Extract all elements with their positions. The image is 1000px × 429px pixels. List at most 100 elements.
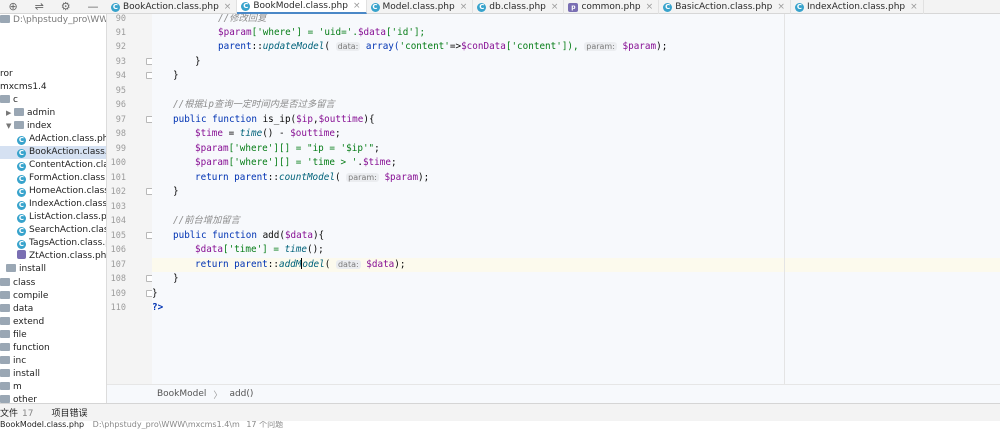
folder-icon [0, 317, 10, 325]
folder-icon [0, 395, 10, 403]
tree-file[interactable]: CHomeAction.class.php [0, 185, 106, 198]
line-number: 96 [115, 100, 126, 110]
settings-icon[interactable]: ⚙ [61, 0, 71, 14]
code-line-110: ?> [152, 302, 164, 313]
tab-indexaction[interactable]: C IndexAction.class.php × [791, 0, 924, 14]
tab-current-file-problems[interactable]: 文件 17 [0, 406, 43, 419]
class-file-icon: C [17, 227, 26, 236]
php-file-icon: p [568, 2, 579, 12]
tab-bookaction[interactable]: C BookAction.class.php × [107, 0, 238, 14]
folder-icon [14, 121, 24, 129]
folder-icon [0, 291, 10, 299]
tree-folder[interactable]: file [0, 329, 106, 342]
problem-file-row[interactable]: BookModel.class.php D:\phpstudy_pro\WWW\… [0, 421, 1000, 429]
problem-file-count: 17 个问题 [246, 421, 284, 429]
line-number: 105 [110, 231, 126, 241]
parameter-hint: param: [346, 173, 379, 182]
tree-file[interactable]: CContentAction.class.php [0, 159, 106, 172]
tree-folder[interactable]: data [0, 303, 106, 316]
close-icon[interactable]: × [551, 2, 559, 12]
code-line-104: //前台增加留言 [173, 215, 240, 226]
tree-file[interactable]: CTagsAction.class.php [0, 237, 106, 250]
tab-label: Model.class.php [382, 2, 455, 12]
tree-folder[interactable]: compile [0, 290, 106, 303]
tab-model[interactable]: C Model.class.php × [367, 0, 474, 14]
folder-icon [0, 95, 10, 103]
code-line-105: public function add($data){ [173, 230, 325, 241]
folder-icon [0, 369, 10, 377]
class-file-icon: C [663, 2, 673, 12]
close-icon[interactable]: × [460, 2, 468, 12]
globe-icon[interactable]: ⊕ [8, 0, 17, 14]
tree-folder[interactable]: m [0, 381, 106, 394]
close-icon[interactable]: × [646, 2, 654, 12]
problems-panel-tabs: 文件 17 项目错误 [0, 403, 1000, 421]
code-editor[interactable]: //修改回复 $param['where'] = 'uid='.$data['i… [152, 14, 1000, 384]
code-line-102: } [173, 186, 179, 197]
breadcrumb-class[interactable]: BookModel [157, 389, 206, 399]
tree-root[interactable]: D:\phpstudy_pro\WWW [0, 14, 107, 27]
tree-item[interactable]: ror [0, 68, 106, 81]
line-number: 95 [115, 86, 126, 96]
tab-bookmodel[interactable]: C BookModel.class.php × [237, 0, 367, 14]
tree-folder[interactable]: function [0, 342, 106, 355]
tree-file[interactable]: ZtAction.class.php [0, 250, 106, 263]
tree-folder[interactable]: ▶ admin [0, 107, 106, 120]
close-icon[interactable]: × [224, 2, 232, 12]
class-file-icon: C [17, 201, 26, 210]
line-number: 100 [110, 158, 126, 168]
line-number-gutter: 90 91 92 93 94 95 96 97 98 99 100 101 10… [107, 14, 153, 384]
tree-file-selected[interactable]: CBookAction.class.php [0, 146, 106, 159]
tree-folder[interactable]: other [0, 394, 106, 403]
tree-file[interactable]: CSearchAction.class.php [0, 224, 106, 237]
tree-folder[interactable]: class [0, 277, 106, 290]
tab-basicaction[interactable]: C BasicAction.class.php × [659, 0, 791, 14]
line-number: 97 [115, 115, 126, 125]
chevron-down-icon[interactable]: ▼ [6, 120, 14, 133]
tree-folder[interactable]: install [0, 263, 106, 276]
root-path: D:\phpstudy_pro\WWW [13, 15, 107, 25]
parameter-hint: data: [335, 260, 361, 269]
tree-folder[interactable]: inc [0, 355, 106, 368]
class-file-icon: C [17, 136, 26, 145]
tree-item[interactable]: mxcms1.4 [0, 81, 106, 94]
project-toolbar: ⊕ ⇌ ⚙ — [0, 0, 107, 14]
folder-icon [0, 15, 10, 23]
php-file-icon [17, 250, 26, 259]
close-icon[interactable]: × [353, 1, 361, 11]
line-number: 109 [110, 289, 126, 299]
right-margin-guide [784, 14, 785, 384]
breadcrumb-method[interactable]: add() [229, 389, 253, 399]
line-number: 101 [110, 173, 126, 183]
class-file-icon: C [241, 1, 251, 11]
tab-common[interactable]: p common.php × [564, 0, 660, 14]
tree-file[interactable]: CFormAction.class.php [0, 172, 106, 185]
line-number: 91 [115, 28, 126, 38]
line-number: 103 [110, 202, 126, 212]
tree-folder[interactable]: install [0, 368, 106, 381]
tab-label: common.php [581, 2, 641, 12]
close-icon[interactable]: × [910, 2, 918, 12]
code-line-99: $param['where'][] = "ip = '$ip'"; [195, 143, 380, 154]
tree-folder[interactable]: c [0, 94, 106, 107]
close-icon[interactable]: × [777, 2, 785, 12]
code-line-93: } [195, 56, 201, 67]
folder-icon [0, 356, 10, 364]
folder-icon [14, 108, 24, 116]
problem-file-path: D:\phpstudy_pro\WWW\mxcms1.4\m [92, 421, 240, 429]
tree-file[interactable]: CIndexAction.class.php [0, 198, 106, 211]
code-line-97: public function is_ip($ip,$outtime){ [173, 114, 375, 125]
tree-folder[interactable]: ▼ index [0, 120, 106, 133]
tree-folder[interactable]: extend [0, 316, 106, 329]
minimize-icon[interactable]: — [88, 0, 99, 14]
tab-db[interactable]: C db.class.php × [473, 0, 565, 14]
line-number: 93 [115, 57, 126, 67]
tab-project-errors[interactable]: 项目错误 [43, 406, 97, 419]
class-file-icon: C [794, 2, 804, 12]
tree-file[interactable]: C AdAction.class.php [0, 133, 106, 146]
chevron-right-icon[interactable]: ▶ [6, 107, 14, 120]
collapse-icon[interactable]: ⇌ [35, 0, 44, 14]
code-line-108: } [173, 273, 179, 284]
class-file-icon: C [17, 149, 26, 158]
tree-file[interactable]: CListAction.class.php [0, 211, 106, 224]
